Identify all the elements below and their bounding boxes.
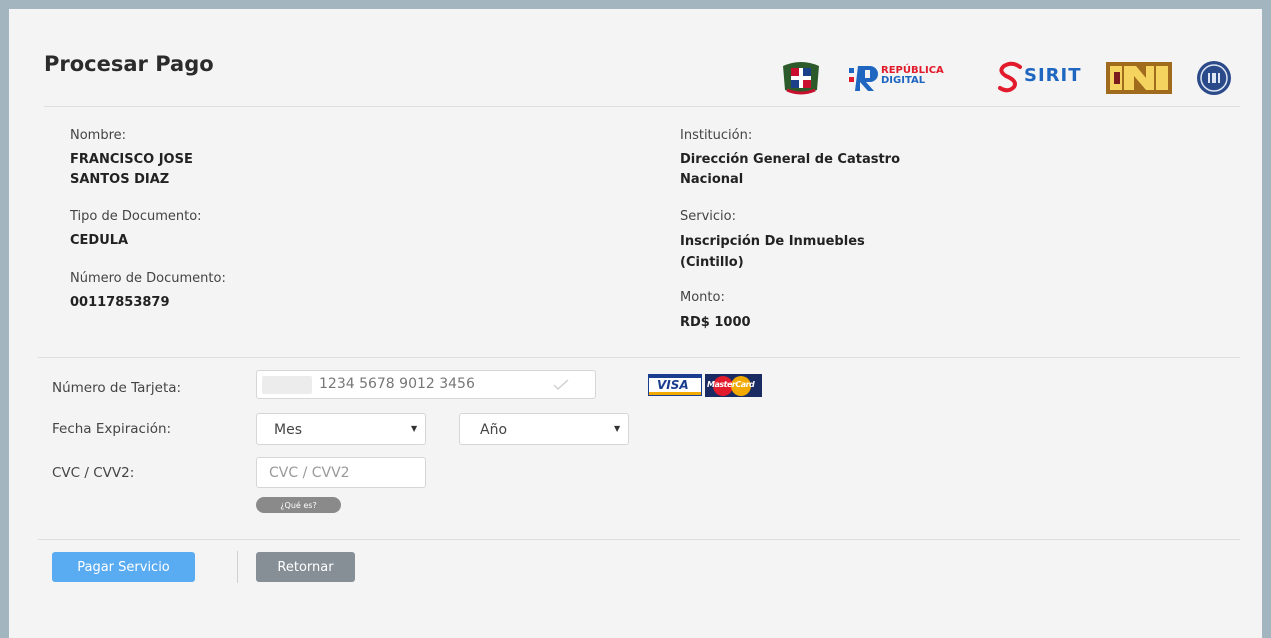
info-divider — [38, 357, 1240, 358]
digital-text: DIGITAL — [881, 75, 926, 86]
cvc-placeholder: CVC / CVV2 — [269, 465, 350, 481]
header-divider — [44, 106, 1240, 107]
name-value-line2: SANTOS DIAZ — [70, 172, 170, 187]
ministry-seal-logo — [1197, 61, 1231, 95]
catastro-logo — [1106, 62, 1172, 94]
card-type-indicator — [262, 376, 312, 394]
year-select[interactable]: Año ▼ — [459, 413, 629, 445]
month-selected: Mes — [274, 422, 302, 438]
sirit-text: SIRIT — [1024, 65, 1082, 86]
coat-of-arms-logo — [783, 62, 819, 95]
doc-type-label: Tipo de Documento: — [70, 209, 202, 224]
institution-value-line1: Dirección General de Catastro — [680, 152, 901, 167]
institution-label: Institución: — [680, 128, 753, 143]
name-label: Nombre: — [70, 128, 127, 143]
service-label: Servicio: — [680, 209, 736, 224]
doc-type-value: CEDULA — [70, 233, 129, 248]
payment-panel — [9, 9, 1262, 638]
visa-text: VISA — [657, 378, 689, 392]
expiration-label: Fecha Expiración: — [52, 421, 172, 437]
service-value-line2: (Cintillo) — [680, 255, 744, 270]
visa-logo: VISA — [648, 374, 702, 396]
mastercard-text: MasterCard — [707, 380, 755, 389]
check-icon — [553, 379, 569, 391]
doc-number-value: 00117853879 — [70, 295, 170, 310]
chevron-down-icon: ▼ — [614, 424, 621, 433]
amount-value: RD$ 1000 — [680, 315, 751, 330]
mastercard-logo: MasterCard — [705, 374, 762, 397]
institution-value-line2: Nacional — [680, 172, 744, 187]
card-number-input[interactable]: 1234 5678 9012 3456 — [256, 370, 596, 399]
card-number-placeholder: 1234 5678 9012 3456 — [319, 376, 475, 392]
name-value-line1: FRANCISCO JOSE — [70, 152, 193, 167]
button-separator — [237, 551, 238, 583]
back-button[interactable]: Retornar — [256, 552, 355, 582]
year-selected: Año — [480, 422, 508, 438]
service-value-line1: Inscripción De Inmuebles — [680, 234, 865, 249]
page-title: Procesar Pago — [44, 52, 214, 76]
cvc-input[interactable]: CVC / CVV2 — [256, 457, 426, 488]
form-divider — [38, 539, 1240, 540]
card-number-label: Número de Tarjeta: — [52, 380, 182, 396]
month-select[interactable]: Mes ▼ — [256, 413, 426, 445]
sirit-logo — [998, 61, 1022, 93]
amount-label: Monto: — [680, 290, 725, 305]
what-is-cvc-button[interactable]: ¿Qué es? — [256, 497, 341, 513]
doc-number-label: Número de Documento: — [70, 271, 226, 286]
cvc-label: CVC / CVV2: — [52, 465, 135, 481]
chevron-down-icon: ▼ — [411, 424, 418, 433]
pay-service-button[interactable]: Pagar Servicio — [52, 552, 195, 582]
